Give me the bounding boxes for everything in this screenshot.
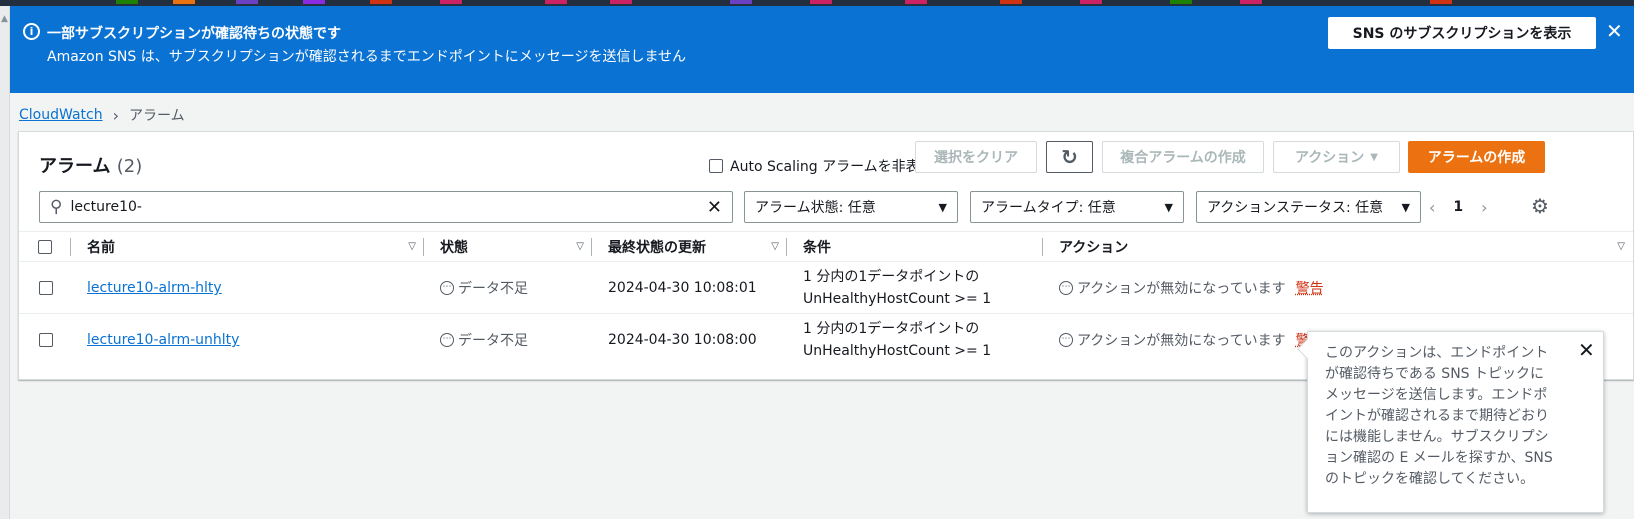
prev-page-icon[interactable]: ‹	[1429, 198, 1435, 217]
flash-banner: i 一部サブスクリプションが確認待ちの状態です Amazon SNS は、サブス…	[10, 6, 1634, 93]
info-icon: i	[23, 23, 40, 40]
condition-line-1: 1 分内の1データポイントの	[803, 269, 980, 285]
alarm-count: (2)	[116, 156, 143, 177]
table-row[interactable]: lecture10-alrm-hlty ⋯ データ不足 2024-04-30 10…	[19, 262, 1633, 314]
search-icon: ⚲	[50, 197, 63, 217]
action-cell: ⋯アクションが無効になっています 警告	[1059, 314, 1324, 366]
sort-icon: ▽	[1617, 241, 1625, 252]
state-text: データ不足	[458, 281, 528, 297]
column-actions-label: アクション	[1059, 239, 1129, 256]
action-status: ⋯ アクションが無効になっています	[1059, 330, 1286, 350]
action-text: アクションが無効になっています	[1077, 333, 1286, 349]
hide-autoscaling-checkbox[interactable]	[709, 159, 723, 173]
state-cell: ⋯ データ不足	[440, 314, 528, 366]
action-status-value: アクションステータス: 任意	[1207, 200, 1384, 216]
gear-icon[interactable]: ⚙	[1531, 194, 1549, 218]
hide-autoscaling-label: Auto Scaling アラームを非表示	[730, 159, 934, 175]
column-state-label: 状態	[440, 239, 468, 256]
alarm-state-value: アラーム状態: 任意	[755, 200, 876, 216]
breadcrumb: CloudWatch › アラーム	[19, 105, 185, 125]
condition-cell: 1 分内の1データポイントの UnHealthyHostCount >= 1	[803, 314, 991, 366]
insufficient-data-icon: ⋯	[440, 281, 454, 295]
state-text: データ不足	[458, 333, 528, 349]
table-header: 名前 ▽ 状態 ▽ 最終状態の更新 ▽ 条件 アクション ▽	[19, 231, 1633, 262]
sort-icon: ▽	[576, 241, 584, 252]
state-cell: ⋯ データ不足	[440, 262, 528, 314]
alarm-type-value: アラームタイプ: 任意	[981, 200, 1116, 216]
breadcrumb-cloudwatch[interactable]: CloudWatch	[19, 107, 103, 123]
popover-text: このアクションは、エンドポイントが確認待ちである SNS トピックにメッセージを…	[1325, 345, 1553, 487]
alarm-type-select[interactable]: アラームタイプ: 任意 ▼	[970, 191, 1184, 223]
column-updated[interactable]: 最終状態の更新 ▽	[592, 232, 787, 261]
warning-link[interactable]: 警告	[1296, 278, 1324, 298]
alarm-name-link[interactable]: lecture10-alrm-hlty	[87, 280, 222, 296]
hide-autoscaling-toggle[interactable]: Auto Scaling アラームを非表示	[709, 156, 934, 176]
name-cell: lecture10-alrm-hlty	[87, 262, 222, 314]
flash-message: Amazon SNS は、サブスクリプションが確認されるまでエンドポイントにメッ…	[47, 49, 687, 65]
condition-cell: 1 分内の1データポイントの UnHealthyHostCount >= 1	[803, 262, 991, 314]
search-value: lecture10-	[70, 199, 142, 215]
actions-dropdown-button[interactable]: アクション ▼	[1273, 141, 1400, 173]
row-select-cell	[39, 262, 53, 314]
updated-cell: 2024-04-30 10:08:00	[608, 332, 757, 348]
action-cell: ⋯ アクションが無効になっています 警告	[1059, 262, 1324, 314]
column-condition[interactable]: 条件	[787, 232, 1043, 261]
name-cell: lecture10-alrm-unhlty	[87, 314, 239, 366]
current-page[interactable]: 1	[1453, 199, 1463, 215]
select-all-checkbox[interactable]	[38, 239, 52, 254]
updated-cell: 2024-04-30 10:08:01	[608, 280, 757, 296]
pagination: ‹ 1 ›	[1429, 191, 1488, 223]
column-updated-label: 最終状態の更新	[608, 239, 706, 256]
search-input[interactable]: ⚲ lecture10- ✕	[39, 191, 733, 223]
row-checkbox[interactable]	[39, 333, 53, 347]
condition-line-1: 1 分内の1データポイントの	[803, 321, 980, 337]
state-value: ⋯ データ不足	[440, 330, 528, 350]
condition-line-2: UnHealthyHostCount >= 1	[803, 343, 992, 359]
column-actions[interactable]: アクション ▽	[1043, 232, 1633, 261]
flash-title: 一部サブスクリプションが確認待ちの状態です	[47, 26, 341, 42]
clear-search-icon[interactable]: ✕	[707, 197, 722, 218]
refresh-button[interactable]: ↻	[1046, 141, 1093, 173]
caret-down-icon: ▼	[1401, 200, 1410, 214]
breadcrumb-current: アラーム	[128, 108, 185, 124]
create-alarm-button[interactable]: アラームの作成	[1408, 141, 1545, 173]
action-status: ⋯ アクションが無効になっています	[1059, 278, 1286, 298]
column-name-label: 名前	[87, 239, 115, 256]
row-checkbox[interactable]	[39, 281, 53, 295]
clear-selection-button[interactable]: 選択をクリア	[915, 141, 1037, 173]
next-page-icon[interactable]: ›	[1481, 198, 1487, 217]
row-select-cell	[39, 314, 53, 366]
close-icon[interactable]: ✕	[1578, 340, 1595, 361]
condition-line-2: UnHealthyHostCount >= 1	[803, 291, 992, 307]
chevron-right-icon: ›	[112, 105, 119, 125]
actions-label: アクション	[1294, 150, 1365, 166]
column-condition-label: 条件	[803, 239, 831, 256]
disabled-icon: ⋯	[1059, 281, 1073, 295]
action-status-select[interactable]: アクションステータス: 任意 ▼	[1196, 191, 1421, 223]
sort-icon: ▽	[771, 241, 779, 252]
warning-popover: このアクションは、エンドポイントが確認待ちである SNS トピックにメッセージを…	[1297, 331, 1604, 513]
view-sns-subscriptions-button[interactable]: SNS のサブスクリプションを表示	[1328, 17, 1596, 49]
refresh-icon: ↻	[1061, 145, 1078, 169]
insufficient-data-icon: ⋯	[440, 333, 454, 347]
state-value: ⋯ データ不足	[440, 278, 528, 298]
alarm-name-link[interactable]: lecture10-alrm-unhlty	[87, 332, 239, 348]
left-edge-scrollbar[interactable]: ▲	[0, 6, 10, 519]
caret-down-icon: ▼	[938, 200, 947, 214]
sort-icon: ▽	[408, 241, 416, 252]
panel-title-text: アラーム	[39, 156, 111, 177]
column-name[interactable]: 名前 ▽	[71, 232, 424, 261]
close-icon[interactable]: ✕	[1606, 19, 1623, 43]
alarm-state-select[interactable]: アラーム状態: 任意 ▼	[744, 191, 958, 223]
action-text: アクションが無効になっています	[1077, 281, 1286, 297]
column-state[interactable]: 状態 ▽	[424, 232, 592, 261]
scroll-up-icon[interactable]: ▲	[1, 14, 8, 24]
caret-down-icon: ▼	[1164, 200, 1173, 214]
caret-down-icon: ▼	[1370, 151, 1378, 163]
select-all-cell	[19, 232, 71, 261]
page-title: アラーム (2)	[39, 152, 142, 178]
create-composite-alarm-button[interactable]: 複合アラームの作成	[1102, 141, 1264, 173]
disabled-icon: ⋯	[1059, 333, 1073, 347]
